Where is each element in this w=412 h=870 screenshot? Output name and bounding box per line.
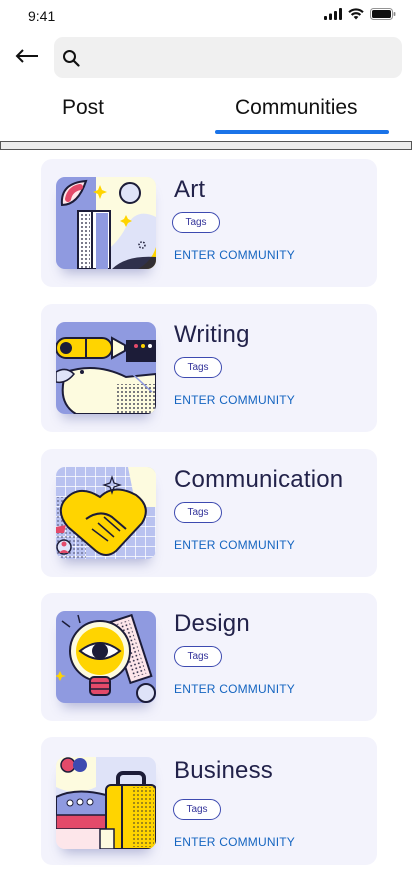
enter-community-link[interactable]: ENTER COMMUNITY (174, 248, 295, 262)
community-title: Art (174, 176, 206, 203)
signal-icon (324, 8, 342, 20)
enter-community-link[interactable]: ENTER COMMUNITY (174, 682, 295, 696)
enter-community-link[interactable]: ENTER COMMUNITY (174, 538, 295, 552)
status-time: 9:41 (28, 8, 56, 24)
community-title: Communication (174, 466, 344, 493)
tags-chip[interactable]: Tags (173, 799, 221, 820)
writing-illustration (56, 322, 156, 414)
tab-communities[interactable]: Communities (235, 96, 358, 120)
community-title: Business (174, 757, 273, 784)
search-input[interactable] (84, 37, 402, 78)
enter-community-link[interactable]: ENTER COMMUNITY (174, 835, 295, 849)
community-card-business[interactable]: Business Tags ENTER COMMUNITY (41, 737, 377, 865)
search-bar[interactable] (54, 37, 402, 78)
search-icon (58, 45, 84, 71)
battery-icon (370, 8, 396, 20)
community-card-writing[interactable]: Writing Tags ENTER COMMUNITY (41, 304, 377, 432)
wifi-icon (348, 8, 364, 20)
community-card-design[interactable]: Design Tags ENTER COMMUNITY (41, 593, 377, 721)
tab-post[interactable]: Post (62, 96, 104, 120)
status-icons (324, 8, 396, 20)
community-title: Writing (174, 321, 250, 348)
tags-chip[interactable]: Tags (174, 502, 222, 523)
tags-chip[interactable]: Tags (174, 646, 222, 667)
community-title: Design (174, 610, 250, 637)
tags-chip[interactable]: Tags (172, 212, 220, 233)
design-illustration (56, 611, 156, 703)
business-illustration (56, 757, 156, 849)
community-card-art[interactable]: Art Tags ENTER COMMUNITY (41, 159, 377, 287)
section-divider (0, 141, 412, 150)
back-button[interactable] (12, 44, 42, 72)
status-bar: 9:41 (0, 0, 412, 34)
enter-community-link[interactable]: ENTER COMMUNITY (174, 393, 295, 407)
active-tab-indicator (215, 130, 389, 134)
art-illustration (56, 177, 156, 269)
arrow-left-icon (15, 48, 39, 68)
tags-chip[interactable]: Tags (174, 357, 222, 378)
community-card-communication[interactable]: Communication Tags ENTER COMMUNITY (41, 449, 377, 577)
communication-illustration (56, 467, 156, 559)
